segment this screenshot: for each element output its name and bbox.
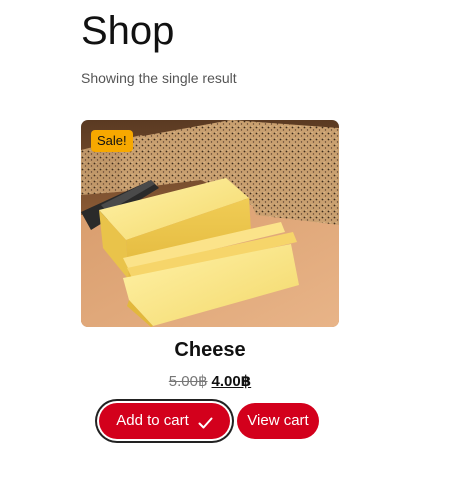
- product-card: Sale! Cheese 5.00฿ 4.00฿ Add to cart View…: [81, 120, 339, 439]
- sale-price: 4.00฿: [211, 373, 252, 390]
- add-to-cart-label: Add to cart: [116, 412, 189, 429]
- view-cart-button[interactable]: View cart: [237, 403, 319, 439]
- result-count: Showing the single result: [81, 70, 237, 86]
- page-title: Shop: [81, 9, 175, 53]
- product-title[interactable]: Cheese: [81, 338, 339, 362]
- add-to-cart-button[interactable]: Add to cart: [99, 403, 230, 439]
- product-image-link[interactable]: Sale!: [81, 120, 339, 327]
- regular-price: 5.00฿: [168, 373, 208, 390]
- check-icon: [198, 415, 213, 429]
- shop-page: Shop Showing the single result Sale! Che…: [0, 0, 452, 480]
- sale-badge: Sale!: [91, 130, 133, 152]
- price: 5.00฿ 4.00฿: [81, 372, 339, 392]
